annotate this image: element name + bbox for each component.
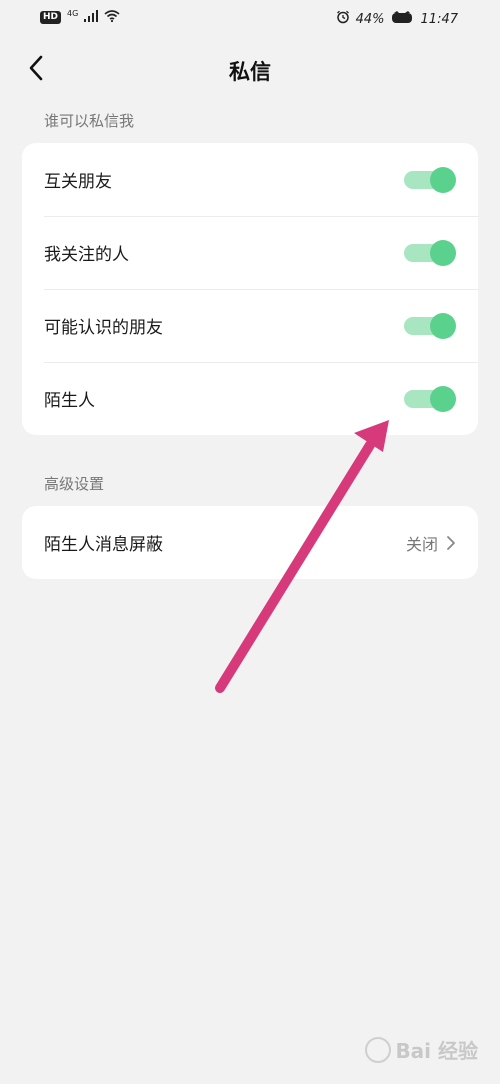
toggle-knob: [430, 385, 456, 412]
wifi-icon: [104, 10, 120, 25]
alarm-icon: [336, 10, 350, 28]
toggle-switch[interactable]: [404, 239, 456, 266]
hd-badge: HD: [40, 11, 62, 24]
setting-row-following[interactable]: 我关注的人: [22, 216, 478, 289]
setting-row-may-know[interactable]: 可能认识的朋友: [22, 289, 478, 362]
who-can-message-card: 互关朋友 我关注的人 可能认识的朋友 陌生人: [22, 143, 478, 435]
clock-time: 11:47: [420, 11, 458, 27]
status-bar: HD 4G 44% 11:47: [0, 0, 500, 40]
watermark: Bai 经验: [365, 1035, 478, 1064]
status-left: HD 4G: [40, 9, 120, 25]
setting-label: 陌生人: [44, 391, 95, 411]
section-title-advanced: 高级设置: [44, 475, 105, 493]
chevron-right-icon: [446, 535, 456, 551]
advanced-card: 陌生人消息屏蔽 关闭: [22, 506, 478, 579]
battery-percent: 44%: [355, 11, 385, 27]
toggle-switch[interactable]: [404, 385, 456, 412]
setting-row-mutual-friends[interactable]: 互关朋友: [22, 143, 478, 216]
toggle-knob: [430, 239, 456, 266]
signal-icon: [84, 10, 99, 25]
setting-label: 我关注的人: [44, 245, 129, 265]
page-title: 私信: [229, 60, 271, 84]
setting-value: 关闭: [405, 534, 438, 554]
battery-icon: [391, 10, 415, 28]
toggle-switch[interactable]: [404, 166, 456, 193]
toggle-knob: [430, 166, 456, 193]
toggle-switch[interactable]: [404, 312, 456, 339]
toggle-knob: [430, 312, 456, 339]
watermark-text: Bai 经验: [395, 1039, 478, 1063]
setting-label: 互关朋友: [44, 172, 112, 192]
status-right: 44% 11:47: [336, 10, 458, 28]
baidu-paw-logo-icon: [365, 1036, 392, 1063]
setting-row-strangers[interactable]: 陌生人: [22, 362, 478, 435]
network-label: 4G: [67, 9, 79, 18]
setting-row-block-stranger-messages[interactable]: 陌生人消息屏蔽 关闭: [22, 506, 478, 579]
setting-label: 陌生人消息屏蔽: [44, 535, 163, 555]
header: 私信: [0, 48, 500, 92]
section-title-who-can-message: 谁可以私信我: [44, 112, 135, 130]
setting-label: 可能认识的朋友: [44, 318, 163, 338]
